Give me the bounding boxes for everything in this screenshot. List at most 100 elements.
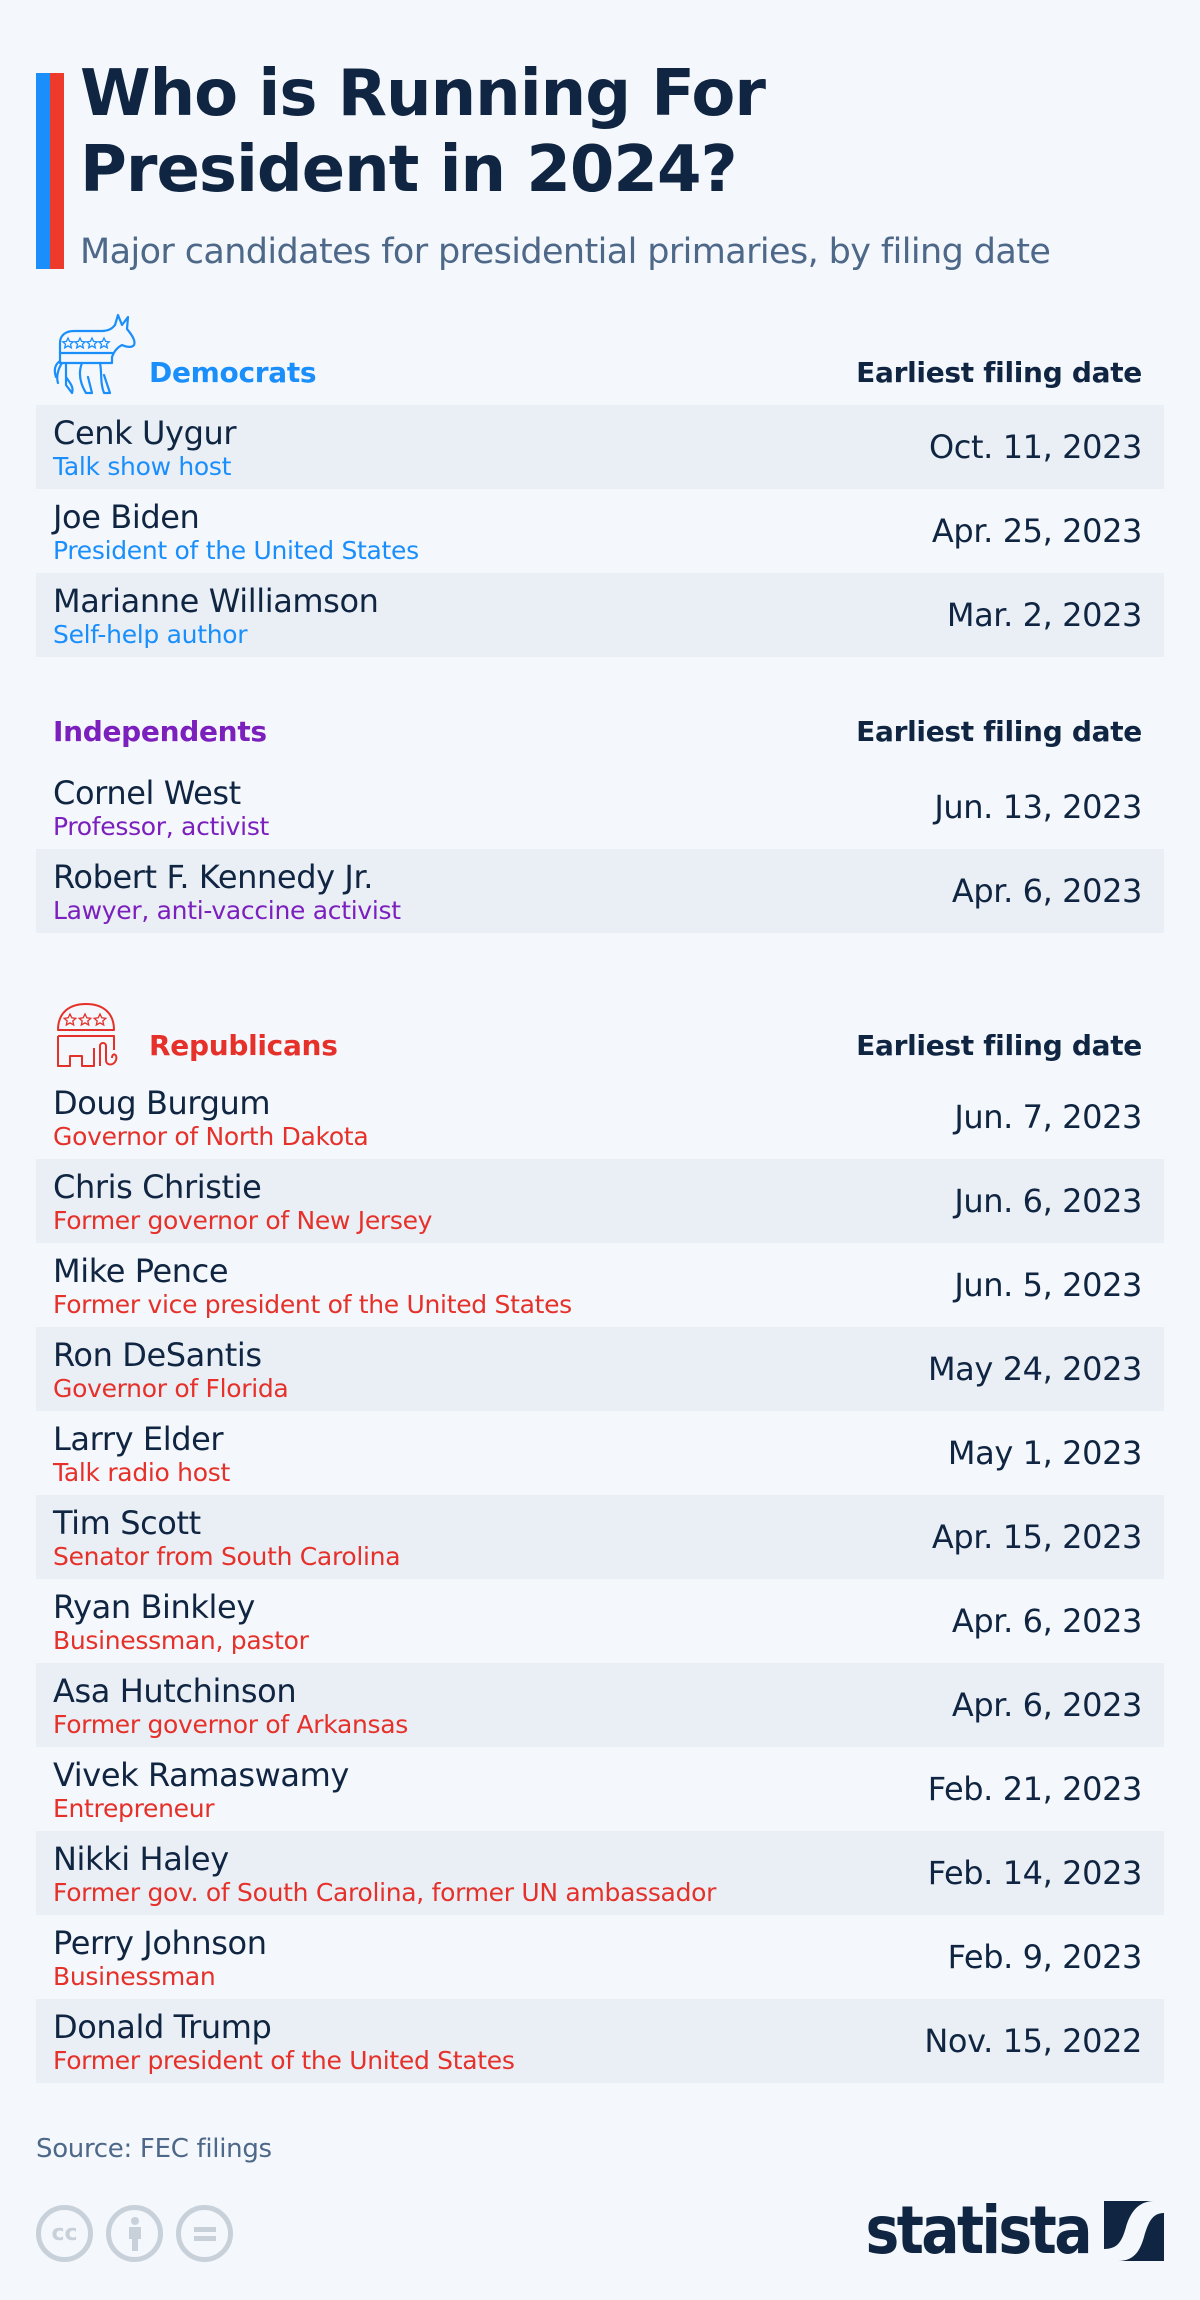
accent-bar-red <box>50 73 64 269</box>
candidate-role: Former gov. of South Carolina, former UN… <box>53 1878 717 1907</box>
candidate-role: Former governor of New Jersey <box>53 1206 433 1235</box>
filing-date-column-header: Earliest filing date <box>856 715 1142 748</box>
filing-date: Apr. 6, 2023 <box>951 1686 1143 1724</box>
candidate-row: Ron DeSantis Governor of Florida May 24, 2… <box>36 1327 1164 1411</box>
source-note: Source: FEC filings <box>36 2134 272 2164</box>
candidate-role: Governor of Florida <box>53 1374 289 1403</box>
independents-table: Cornel West Professor, activist Jun. 13, 2… <box>36 765 1164 933</box>
candidate-name: Robert F. Kennedy Jr. <box>53 858 374 896</box>
republicans-table: Doug Burgum Governor of North Dakota Jun. … <box>36 1075 1164 2083</box>
filing-date: Jun. 5, 2023 <box>954 1266 1142 1304</box>
filing-date-column-header: Earliest filing date <box>856 1029 1142 1062</box>
candidate-role: Senator from South Carolina <box>53 1542 401 1571</box>
candidate-role: Former governor of Arkansas <box>53 1710 409 1739</box>
candidate-name: Mike Pence <box>53 1252 229 1290</box>
filing-date: Feb. 14, 2023 <box>927 1854 1143 1892</box>
candidate-row: Mike Pence Former vice president of the U… <box>36 1243 1164 1327</box>
democrats-label: Democrats <box>149 356 317 389</box>
candidate-row: Cenk Uygur Talk show host Oct. 11, 2023 <box>36 405 1164 489</box>
filing-date: Mar. 2, 2023 <box>946 596 1143 634</box>
independents-label: Independents <box>53 715 267 748</box>
license-icons: cc <box>36 2205 233 2262</box>
filing-date: Oct. 11, 2023 <box>929 428 1142 466</box>
filing-date: Nov. 15, 2022 <box>924 2022 1142 2060</box>
candidate-name: Cornel West <box>53 774 241 812</box>
filing-date: Feb. 21, 2023 <box>927 1770 1143 1808</box>
title-accent-bar <box>36 73 64 269</box>
filing-date: Feb. 9, 2023 <box>947 1938 1143 1976</box>
candidate-row: Donald Trump Former president of the Unit… <box>36 1999 1164 2083</box>
candidate-role: President of the United States <box>53 536 419 565</box>
person-glyph-icon <box>128 2216 141 2251</box>
candidate-name: Joe Biden <box>53 498 200 536</box>
candidate-name: Chris Christie <box>53 1168 262 1206</box>
candidate-role: Governor of North Dakota <box>53 1122 369 1151</box>
independents-header: Independents Earliest filing date <box>36 712 1164 752</box>
candidate-name: Tim Scott <box>53 1504 201 1542</box>
republicans-header: Republicans Earliest filing date <box>36 1003 1164 1067</box>
candidate-role: Entrepreneur <box>53 1794 215 1823</box>
candidate-name: Larry Elder <box>53 1420 224 1458</box>
candidate-row: Doug Burgum Governor of North Dakota Jun. … <box>36 1075 1164 1159</box>
elephant-icon <box>57 1003 118 1067</box>
title-line-1: Who is Running For <box>80 57 766 131</box>
candidate-row: Nikki Haley Former gov. of South Carolina… <box>36 1831 1164 1915</box>
filing-date: May 24, 2023 <box>927 1350 1142 1388</box>
statista-logo[interactable]: statista <box>829 2196 1164 2266</box>
candidate-role: Talk show host <box>53 452 232 481</box>
candidate-row: Perry Johnson Businessman Feb. 9, 2023 <box>36 1915 1164 1999</box>
equals-glyph-icon <box>193 2226 216 2241</box>
filing-date-column-header: Earliest filing date <box>856 356 1142 389</box>
candidate-name: Nikki Haley <box>53 1840 229 1878</box>
cc-icon[interactable]: cc <box>36 2205 93 2262</box>
filing-date: Jun. 6, 2023 <box>954 1182 1142 1220</box>
candidate-name: Ryan Binkley <box>53 1588 255 1626</box>
page-subtitle: Major candidates for presidential primar… <box>80 232 1051 272</box>
candidate-name: Asa Hutchinson <box>53 1672 297 1710</box>
statista-wordmark: statista <box>865 2192 1093 2269</box>
candidate-role: Talk radio host <box>53 1458 230 1487</box>
candidate-row: Cornel West Professor, activist Jun. 13, 2… <box>36 765 1164 849</box>
statista-mark-icon <box>1104 2201 1164 2261</box>
candidate-name: Ron DeSantis <box>53 1336 262 1374</box>
candidate-role: Self-help author <box>53 620 248 649</box>
candidate-role: Former vice president of the United Stat… <box>53 1290 572 1319</box>
attribution-icon[interactable] <box>106 2205 163 2262</box>
candidate-row: Larry Elder Talk radio host May 1, 2023 <box>36 1411 1164 1495</box>
filing-date: Apr. 25, 2023 <box>931 512 1142 550</box>
candidate-row: Joe Biden President of the United States A… <box>36 489 1164 573</box>
donkey-icon <box>53 313 136 395</box>
filing-date: Apr. 15, 2023 <box>931 1518 1142 1556</box>
filing-date: Jun. 13, 2023 <box>934 788 1142 826</box>
candidate-name: Vivek Ramaswamy <box>53 1756 349 1794</box>
candidate-row: Tim Scott Senator from South Carolina Apr.… <box>36 1495 1164 1579</box>
candidate-role: Businessman, pastor <box>53 1626 309 1655</box>
candidate-row: Marianne Williamson Self-help author Mar. … <box>36 573 1164 657</box>
candidate-row: Chris Christie Former governor of New Jer… <box>36 1159 1164 1243</box>
candidate-role: Professor, activist <box>53 812 270 841</box>
democrats-header: Democrats Earliest filing date <box>36 313 1164 395</box>
statista-wave-icon <box>1104 2201 1164 2261</box>
filing-date: Apr. 6, 2023 <box>951 872 1143 910</box>
candidate-name: Marianne Williamson <box>53 582 379 620</box>
democrats-table: Cenk Uygur Talk show host Oct. 11, 2023 Joe… <box>36 405 1164 657</box>
candidate-row: Robert F. Kennedy Jr. Lawyer, anti-vaccin… <box>36 849 1164 933</box>
candidate-name: Donald Trump <box>53 2008 272 2046</box>
candidate-role: Businessman <box>53 1962 216 1991</box>
candidate-role: Lawyer, anti-vaccine activist <box>53 896 401 925</box>
no-derivatives-icon[interactable] <box>176 2205 233 2262</box>
accent-bar-blue <box>36 73 50 269</box>
filing-date: May 1, 2023 <box>947 1434 1142 1472</box>
filing-date: Jun. 7, 2023 <box>954 1098 1142 1136</box>
filing-date: Apr. 6, 2023 <box>951 1602 1143 1640</box>
candidate-name: Perry Johnson <box>53 1924 267 1962</box>
title-line-2: President in 2024? <box>80 133 738 207</box>
republicans-label: Republicans <box>149 1029 338 1062</box>
page-title: Who is Running For President in 2024? <box>80 56 1160 208</box>
candidate-name: Doug Burgum <box>53 1084 271 1122</box>
candidate-row: Asa Hutchinson Former governor of Arkansa… <box>36 1663 1164 1747</box>
cc-icon-text: cc <box>51 2221 78 2246</box>
candidate-row: Ryan Binkley Businessman, pastor Apr. 6, 2… <box>36 1579 1164 1663</box>
candidate-role: Former president of the United States <box>53 2046 515 2075</box>
candidate-name: Cenk Uygur <box>53 414 237 452</box>
